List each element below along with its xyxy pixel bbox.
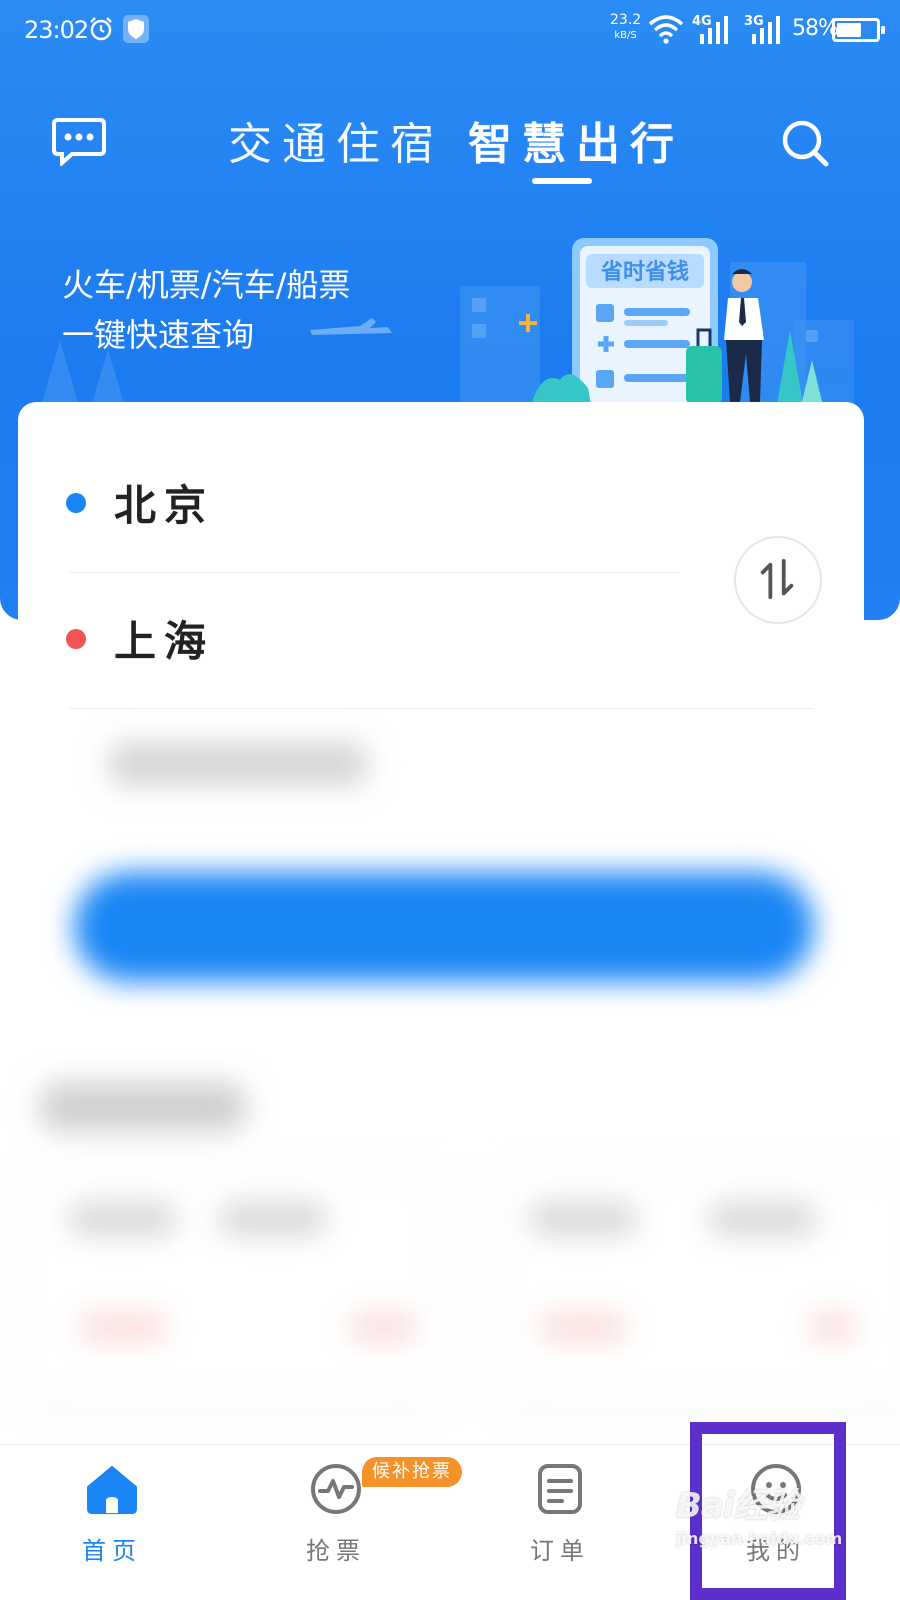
route-divider-bottom: [68, 708, 814, 709]
signal-4g-icon: 4G: [692, 14, 732, 44]
tab-transport-lodging[interactable]: 交通住宿: [228, 108, 444, 172]
status-bar: 23:02 23.2 kB/S 4G 3G 58%: [0, 0, 900, 62]
search-icon[interactable]: [778, 116, 832, 170]
message-icon[interactable]: [52, 116, 106, 166]
alarm-icon: [90, 17, 112, 41]
pulse-icon: [311, 1464, 361, 1514]
to-city[interactable]: 上海: [114, 608, 214, 669]
net-speed: 23.2 kB/S: [610, 12, 642, 41]
waitlist-badge: 候补抢票: [362, 1457, 462, 1487]
watermark: Bai经验 jingyan.baidu.com: [676, 1486, 843, 1548]
blurred-price: [808, 1312, 858, 1342]
route-divider: [68, 572, 680, 573]
blurred-item: [218, 1202, 328, 1236]
status-time: 23:02: [24, 16, 89, 44]
order-icon: [538, 1464, 582, 1514]
blurred-item: [528, 1202, 638, 1236]
home-icon: [87, 1466, 137, 1514]
from-dot-icon: [66, 492, 86, 513]
blurred-price: [78, 1312, 168, 1342]
signal-3g-icon: 3G: [744, 14, 784, 44]
nav-home[interactable]: 首页: [52, 1461, 172, 1566]
blurred-date-field: [108, 742, 368, 786]
blurred-item: [708, 1202, 818, 1236]
shield-icon: [123, 15, 149, 43]
blurred-price: [538, 1312, 628, 1342]
blurred-search-button: [74, 872, 814, 982]
from-city-row[interactable]: 北京: [66, 472, 214, 533]
to-city-row[interactable]: 上海: [66, 608, 214, 669]
nav-orders[interactable]: 订单: [500, 1461, 620, 1566]
tab-smart-travel[interactable]: 智慧出行: [468, 108, 684, 172]
route-card: 北京 上海: [18, 402, 900, 1402]
wifi-icon: [648, 15, 684, 44]
blurred-item: [68, 1202, 178, 1236]
blurred-section-title: [38, 1082, 248, 1132]
to-dot-icon: [66, 628, 86, 649]
battery-icon: [832, 18, 885, 42]
travel-illustration: 省时省钱: [40, 238, 854, 410]
swap-cities-button[interactable]: [734, 536, 822, 624]
illustration-tag: 省时省钱: [600, 259, 689, 285]
active-tab-indicator: [532, 178, 592, 184]
blurred-price: [348, 1312, 418, 1342]
from-city[interactable]: 北京: [114, 472, 214, 533]
